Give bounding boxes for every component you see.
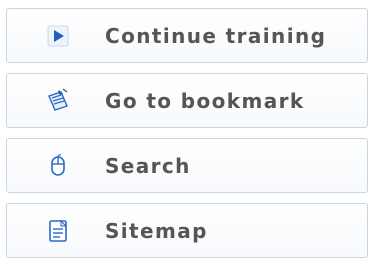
- sitemap-label: Sitemap: [105, 218, 208, 243]
- navigation-menu: Continue training Go to bookmark Search: [6, 8, 368, 258]
- play-icon: [45, 23, 71, 49]
- continue-training-label: Continue training: [105, 23, 327, 48]
- go-to-bookmark-button[interactable]: Go to bookmark: [6, 73, 368, 128]
- sitemap-icon: [45, 218, 71, 244]
- sitemap-button[interactable]: Sitemap: [6, 203, 368, 258]
- go-to-bookmark-label: Go to bookmark: [105, 88, 305, 113]
- search-label: Search: [105, 153, 191, 178]
- bookmark-icon: [45, 88, 71, 114]
- continue-training-button[interactable]: Continue training: [6, 8, 368, 63]
- search-button[interactable]: Search: [6, 138, 368, 193]
- search-icon: [45, 153, 71, 179]
